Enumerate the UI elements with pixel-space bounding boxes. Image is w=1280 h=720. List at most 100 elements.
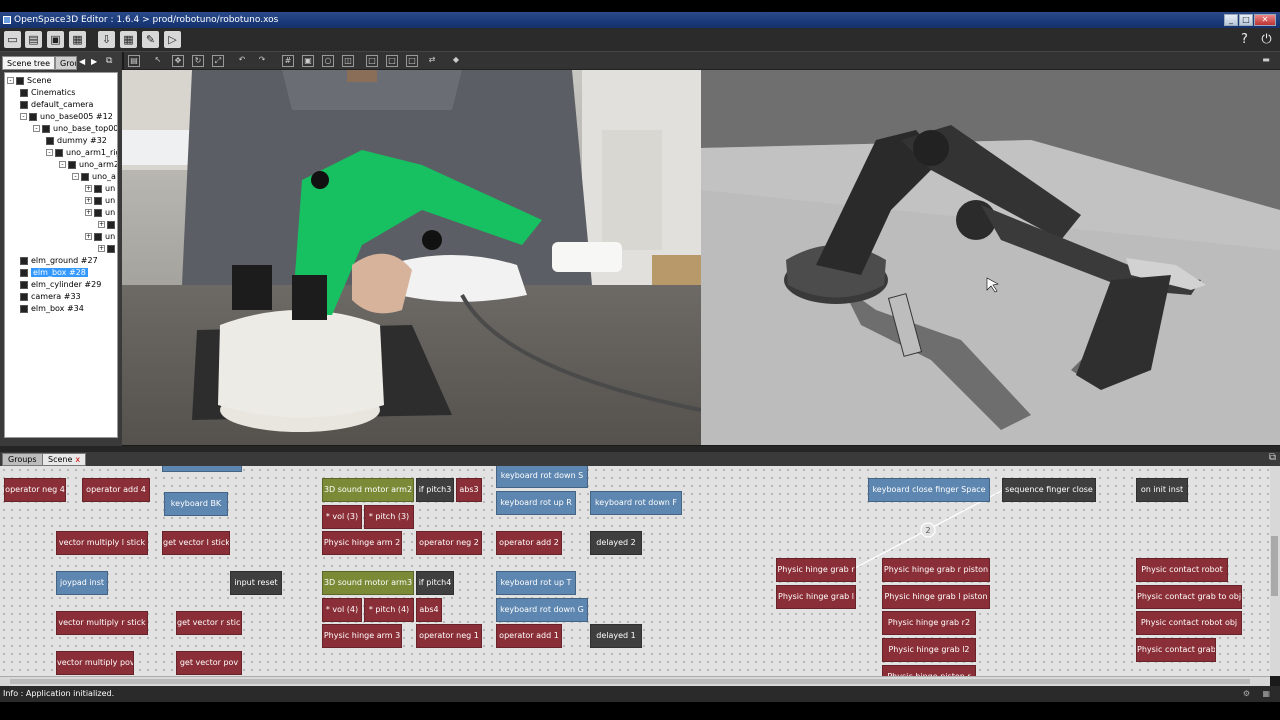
- help-icon[interactable]: ?: [1236, 31, 1253, 48]
- tree-node[interactable]: dummy #32: [46, 135, 107, 147]
- tools-icon[interactable]: ✎: [142, 31, 159, 48]
- tree-node[interactable]: elm_cylinder #29: [20, 279, 101, 291]
- graph-node[interactable]: vector multiply pov: [56, 651, 134, 675]
- expand-icon[interactable]: +: [85, 185, 92, 192]
- graph-node[interactable]: joypad inst: [56, 571, 108, 595]
- tree-node[interactable]: - uno_base005 #12: [20, 111, 113, 123]
- tab-scroll-left-icon[interactable]: ◀: [79, 57, 85, 66]
- expand-icon[interactable]: +: [85, 233, 92, 240]
- graph-node[interactable]: * pitch (3): [364, 505, 414, 529]
- graph-node[interactable]: operator add 4: [82, 478, 150, 502]
- scale-icon[interactable]: ⤢: [212, 55, 224, 67]
- graph-node[interactable]: Physic hinge grab r piston: [882, 558, 990, 582]
- graph-node[interactable]: Physic contact grab to obj: [1136, 585, 1242, 609]
- graph-menu-icon[interactable]: ⧉: [1269, 452, 1276, 463]
- tab-menu-icon[interactable]: ⧉: [106, 56, 112, 66]
- graph-node[interactable]: operator neg 1: [416, 624, 482, 648]
- graph-node[interactable]: 3D sound motor arm3: [322, 571, 414, 595]
- graph-node[interactable]: * vol (3): [322, 505, 362, 529]
- graph-node[interactable]: Physic hinge arm 3: [322, 624, 402, 648]
- graph-node[interactable]: abs4: [416, 598, 442, 622]
- graph-node[interactable]: Physic hinge grab r2: [882, 611, 976, 635]
- graph-node[interactable]: input reset: [230, 571, 282, 595]
- graph-node[interactable]: Physic hinge piston r: [882, 665, 976, 676]
- pin-icon[interactable]: ◆: [450, 55, 462, 67]
- graph-node[interactable]: Physic hinge grab l: [776, 585, 856, 609]
- view-top-icon[interactable]: □: [406, 55, 418, 67]
- graph-node[interactable]: Physic hinge grab l2: [882, 638, 976, 662]
- cube-icon[interactable]: ▣: [302, 55, 314, 67]
- tree-node[interactable]: - Scene: [7, 75, 51, 87]
- tree-node[interactable]: elm_box #28: [20, 267, 88, 279]
- graph-node[interactable]: keyboard rot down S: [496, 466, 588, 488]
- tree-node[interactable]: + un: [85, 207, 115, 219]
- expand-icon[interactable]: +: [98, 245, 105, 252]
- collapse-icon[interactable]: -: [7, 77, 14, 84]
- collapse-icon[interactable]: -: [46, 149, 53, 156]
- sphere-icon[interactable]: ○: [322, 55, 334, 67]
- graph-node[interactable]: vector multiply r stick: [56, 611, 148, 635]
- tree-node[interactable]: - uno_a: [72, 171, 116, 183]
- graph-node[interactable]: operator add 1: [496, 624, 562, 648]
- collapse-icon[interactable]: -: [72, 173, 79, 180]
- graph-node[interactable]: Physic hinge grab r: [776, 558, 856, 582]
- graph-node[interactable]: get vector l stick: [162, 531, 230, 555]
- close-tab-icon[interactable]: x: [75, 455, 80, 464]
- tree-node[interactable]: camera #33: [20, 291, 81, 303]
- maximize-button[interactable]: □: [1239, 14, 1253, 26]
- graph-node[interactable]: delayed 2: [590, 531, 642, 555]
- new-file-icon[interactable]: ▭: [4, 31, 21, 48]
- graph-node[interactable]: on init inst: [1136, 478, 1188, 502]
- graph-node[interactable]: vector multiply l stick: [56, 531, 148, 555]
- rotate-icon[interactable]: ↻: [192, 55, 204, 67]
- grid-snap-icon[interactable]: #: [282, 55, 294, 67]
- tab-scroll-right-icon[interactable]: ▶: [91, 57, 97, 66]
- graph-node[interactable]: keyboard BK: [164, 492, 228, 516]
- tab-scene-bottom[interactable]: Scene x: [42, 453, 87, 466]
- graph-node[interactable]: sequence finger close: [1002, 478, 1096, 502]
- tree-node[interactable]: + un: [85, 231, 115, 243]
- close-button[interactable]: ✕: [1254, 14, 1276, 26]
- graph-node[interactable]: * vol (4): [322, 598, 362, 622]
- tab-groups-bottom[interactable]: Groups: [2, 453, 43, 466]
- minimize-button[interactable]: _: [1224, 14, 1238, 26]
- view-front-icon[interactable]: □: [366, 55, 378, 67]
- tree-node[interactable]: Cinematics: [20, 87, 75, 99]
- graph-node[interactable]: keyboard rot down F: [590, 491, 682, 515]
- grid-icon[interactable]: ▦: [120, 31, 137, 48]
- graph-node[interactable]: abs3: [456, 478, 482, 502]
- graph-node[interactable]: keyboard rot up T: [496, 571, 576, 595]
- graph-node[interactable]: if pitch3: [416, 478, 454, 502]
- graph-node[interactable]: Physic contact robot: [1136, 558, 1228, 582]
- power-icon[interactable]: ⏻: [1258, 31, 1275, 48]
- graph-node[interactable]: keyboard rot down G: [496, 598, 588, 622]
- 3d-viewport[interactable]: [701, 70, 1280, 445]
- tree-node[interactable]: - uno_arm2: [59, 159, 117, 171]
- tree-node[interactable]: + un: [85, 195, 115, 207]
- expand-icon[interactable]: +: [85, 197, 92, 204]
- select-arrow-icon[interactable]: ↖: [152, 55, 164, 67]
- undo-icon[interactable]: ↶: [236, 55, 248, 67]
- tab-scene-tree[interactable]: Scene tree: [2, 56, 56, 70]
- graph-node[interactable]: operator neg 2: [416, 531, 482, 555]
- collapse-icon[interactable]: -: [33, 125, 40, 132]
- camera-icon[interactable]: ◫: [342, 55, 354, 67]
- scrollbar-thumb[interactable]: [1271, 536, 1278, 596]
- collapse-icon[interactable]: -: [59, 161, 66, 168]
- tree-node[interactable]: - uno_arm1_rig: [46, 147, 117, 159]
- graph-node[interactable]: 3D sound motor arm2: [322, 478, 414, 502]
- redo-icon[interactable]: ↷: [256, 55, 268, 67]
- graph-node[interactable]: Physic contact grab: [1136, 638, 1216, 662]
- move-icon[interactable]: ✥: [172, 55, 184, 67]
- play-icon[interactable]: ▷: [164, 31, 181, 48]
- tree-node[interactable]: elm_box #34: [20, 303, 84, 315]
- tree-node[interactable]: + un: [85, 183, 115, 195]
- graph-node[interactable]: get vector pov: [176, 651, 242, 675]
- graph-node-partial[interactable]: [162, 466, 242, 472]
- graph-node[interactable]: Physic hinge grab l piston: [882, 585, 990, 609]
- tab-groups[interactable]: Grou: [55, 56, 77, 70]
- scrollbar-thumb[interactable]: [10, 679, 1250, 684]
- graph-node[interactable]: Physic contact robot obj: [1136, 611, 1242, 635]
- expand-icon[interactable]: +: [98, 221, 105, 228]
- graph-node[interactable]: get vector r stick: [176, 611, 242, 635]
